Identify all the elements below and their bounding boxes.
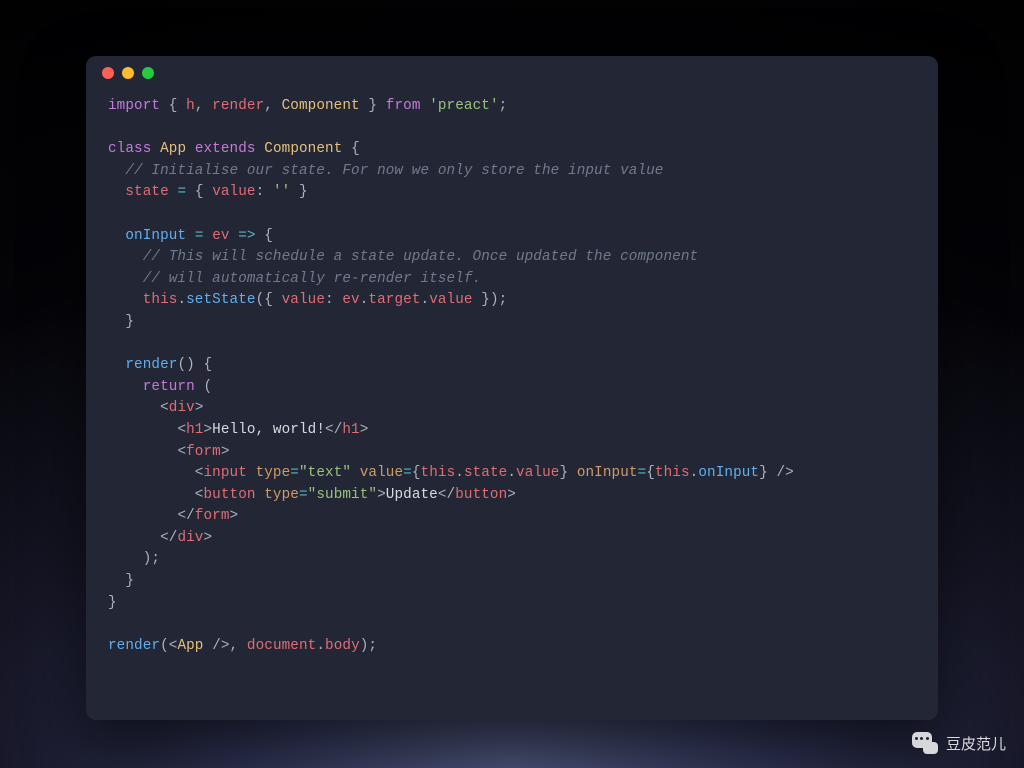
comment: // This will schedule a state update. On… [143,249,699,265]
zoom-icon[interactable] [142,67,154,79]
window-titlebar [86,56,938,90]
minimize-icon[interactable] [122,67,134,79]
code-editor-window: import { h, render, Component } from 'pr… [86,56,938,720]
close-icon[interactable] [102,67,114,79]
kw-import: import [108,98,160,114]
comment: // Initialise our state. For now we only… [125,163,663,179]
wechat-icon [912,732,938,754]
watermark: 豆皮范儿 [912,732,1006,754]
comment: // will automatically re-render itself. [143,271,482,287]
code-block: import { h, render, Component } from 'pr… [86,90,938,679]
watermark-text: 豆皮范儿 [946,733,1006,754]
